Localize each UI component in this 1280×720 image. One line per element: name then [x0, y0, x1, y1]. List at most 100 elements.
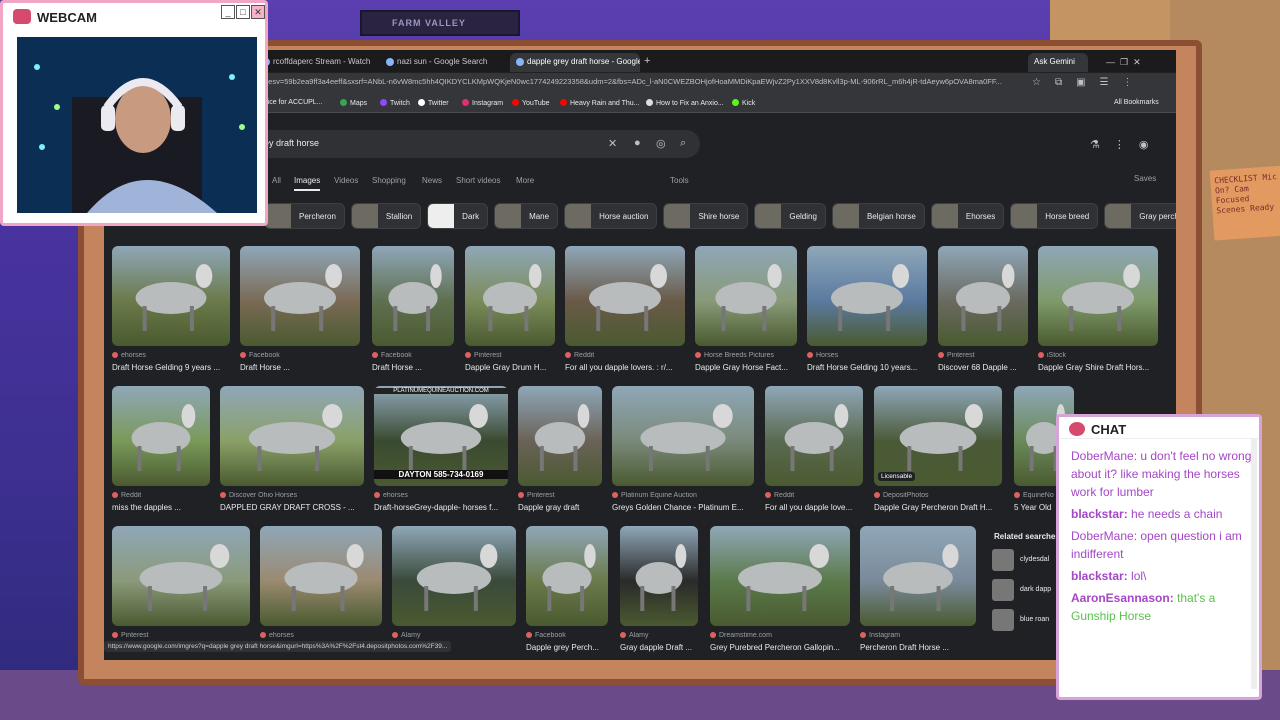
tab-images[interactable]: Images [294, 176, 321, 191]
lens-icon[interactable]: ◎ [656, 137, 666, 150]
bookmark-item[interactable]: Twitch [380, 99, 410, 107]
result-title[interactable]: Dapple Gray Shire Draft Hors... [1038, 363, 1158, 372]
image-result-card[interactable]: Horses Draft Horse Gelding 10 years... [807, 246, 927, 372]
image-result-card[interactable]: Reddit For all you dapple love... [765, 386, 863, 512]
bookmark-item[interactable]: Heavy Rain and Thu... [560, 99, 640, 107]
result-title[interactable]: Draft Horse Gelding 10 years... [807, 363, 927, 372]
chip[interactable]: Stallion [350, 203, 422, 229]
chip[interactable]: Percheron [264, 203, 345, 229]
tab-more[interactable]: More [516, 176, 534, 185]
horse-image[interactable] [112, 246, 230, 346]
result-title[interactable]: Dapple grey Perch... [526, 643, 608, 652]
image-result-card[interactable]: Horse Breeds Pictures Dapple Gray Horse F… [695, 246, 797, 372]
search-query[interactable]: ey draft horse [264, 138, 319, 148]
chip[interactable]: Horse breed [1010, 203, 1099, 229]
tab-videos[interactable]: Videos [334, 176, 358, 185]
image-result-card[interactable]: Platinum Equine Auction Greys Golden Chan… [612, 386, 754, 512]
horse-image[interactable] [565, 246, 685, 346]
horse-image[interactable] [112, 526, 250, 626]
image-result-card[interactable]: Pinterest Discover 68 Dapple ... [938, 246, 1028, 372]
chip[interactable]: Horse auction [564, 203, 658, 229]
result-title[interactable]: DAPPLED GRAY DRAFT CROSS - ... [220, 503, 364, 512]
horse-image[interactable] [518, 386, 602, 486]
result-title[interactable]: Draft-horseGrey-dapple- horses f... [374, 503, 508, 512]
horse-image[interactable] [526, 526, 608, 626]
tab-shopping[interactable]: Shopping [372, 176, 406, 185]
horse-image[interactable] [710, 526, 850, 626]
image-result-card[interactable]: Reddit miss the dapples ... [112, 386, 210, 512]
horse-image[interactable] [612, 386, 754, 486]
header-icons[interactable]: ⚗⋮◉ [1090, 138, 1162, 151]
tab-stream[interactable]: rcoffdaperc Stream - Watch [256, 53, 376, 72]
result-title[interactable]: Percheron Draft Horse ... [860, 643, 976, 652]
horse-image[interactable] [240, 246, 360, 346]
tab-short-videos[interactable]: Short videos [456, 176, 500, 185]
url-text[interactable]: _esv=59b2ea9ff3a4eeff&sxsrf=ANbL-n6vW8mc… [264, 77, 1024, 92]
horse-image[interactable] [392, 526, 516, 626]
toolbar-icons[interactable]: ☆⧉▣☰⋮ [1032, 77, 1147, 88]
search-box[interactable]: ey draft horse ✕ ● ◎ ⌕ [254, 130, 700, 158]
image-result-card[interactable]: ehorses Draft Horse Gelding 9 years ... [112, 246, 230, 372]
image-result-card[interactable]: Facebook Dapple grey Perch... [526, 526, 608, 652]
saves-button[interactable]: Saves [1134, 174, 1156, 183]
bookmark-item[interactable]: Instagram [462, 99, 503, 107]
tab-news[interactable]: News [422, 176, 442, 185]
result-title[interactable]: Draft Horse Gelding 9 years ... [112, 363, 230, 372]
bookmark-item[interactable]: Twitter [418, 99, 449, 107]
chip[interactable]: Mane [494, 203, 559, 229]
horse-image[interactable] [765, 386, 863, 486]
image-result-card[interactable]: Dreamstime.com Grey Purebred Percheron Ga… [710, 526, 850, 652]
horse-image[interactable] [465, 246, 555, 346]
bookmark-item[interactable]: YouTube [512, 99, 550, 107]
result-title[interactable]: Greys Golden Chance - Platinum E... [612, 503, 754, 512]
tab-all[interactable]: All [272, 176, 281, 185]
chip[interactable]: Belgian horse [831, 203, 925, 229]
horse-image[interactable] [860, 526, 976, 626]
all-bookmarks[interactable]: All Bookmarks [1114, 99, 1159, 106]
result-title[interactable]: Discover 68 Dapple ... [938, 363, 1028, 372]
result-title[interactable]: Dapple Gray Drum H... [465, 363, 555, 372]
chip[interactable]: Dark [427, 203, 489, 229]
image-result-card[interactable]: Alamy Gray dapple Draft ... [620, 526, 698, 652]
image-result-card[interactable]: Pinterest Dapple Gray Drum H... [465, 246, 555, 372]
horse-image[interactable] [807, 246, 927, 346]
search-icon[interactable]: ⌕ [680, 137, 686, 150]
chat-scrollbar[interactable] [1251, 439, 1257, 689]
horse-image[interactable] [938, 246, 1028, 346]
image-result-card[interactable]: Facebook Draft Horse ... [240, 246, 360, 372]
tab-search-active[interactable]: dapple grey draft horse - Google [510, 53, 640, 72]
image-result-card[interactable]: Discover Ohio Horses DAPPLED GRAY DRAFT C… [220, 386, 364, 512]
image-result-card[interactable]: Alamyhorse runs g... [392, 526, 516, 652]
bookmark-item[interactable]: Maps [340, 99, 367, 107]
result-title[interactable]: For all you dapple lovers. : r/... [565, 363, 685, 372]
result-title[interactable]: Draft Horse ... [372, 363, 454, 372]
ask-gemini-button[interactable]: Ask Gemini [1028, 53, 1088, 72]
horse-image[interactable] [112, 386, 210, 486]
image-result-card[interactable]: ehorses [260, 526, 382, 643]
result-title[interactable]: Draft Horse ... [240, 363, 360, 372]
image-result-card[interactable]: Instagram Percheron Draft Horse ... [860, 526, 976, 652]
new-tab-button[interactable]: + [642, 53, 658, 72]
horse-image[interactable] [874, 386, 1002, 486]
chip[interactable]: Ehorses [930, 203, 1005, 229]
image-result-card[interactable]: Facebook Draft Horse ... [372, 246, 454, 372]
horse-image[interactable] [260, 526, 382, 626]
result-title[interactable]: Dapple gray draft [518, 503, 602, 512]
chip[interactable]: Gray perch [1104, 203, 1176, 229]
result-title[interactable]: Dapple Gray Percheron Draft H... [874, 503, 1002, 512]
mic-icon[interactable]: ● [634, 137, 641, 149]
bookmark-item[interactable]: Kick [732, 99, 755, 107]
bookmark-item[interactable]: How to Fix an Anxio... [646, 99, 724, 107]
horse-image[interactable] [372, 246, 454, 346]
result-title[interactable]: miss the dapples ... [112, 503, 210, 512]
result-title[interactable]: For all you dapple love... [765, 503, 863, 512]
horse-image[interactable] [695, 246, 797, 346]
chip[interactable]: Shire horse [663, 203, 749, 229]
image-result-card[interactable]: Pinterest [112, 526, 250, 643]
chip[interactable]: Gelding [754, 203, 826, 229]
window-controls[interactable]: — ❐ ✕ [1100, 53, 1170, 72]
tools-button[interactable]: Tools [670, 176, 689, 185]
tab-search-1[interactable]: nazi sun - Google Search [380, 53, 508, 72]
horse-image[interactable] [1038, 246, 1158, 346]
image-result-card[interactable]: Reddit For all you dapple lovers. : r/... [565, 246, 685, 372]
